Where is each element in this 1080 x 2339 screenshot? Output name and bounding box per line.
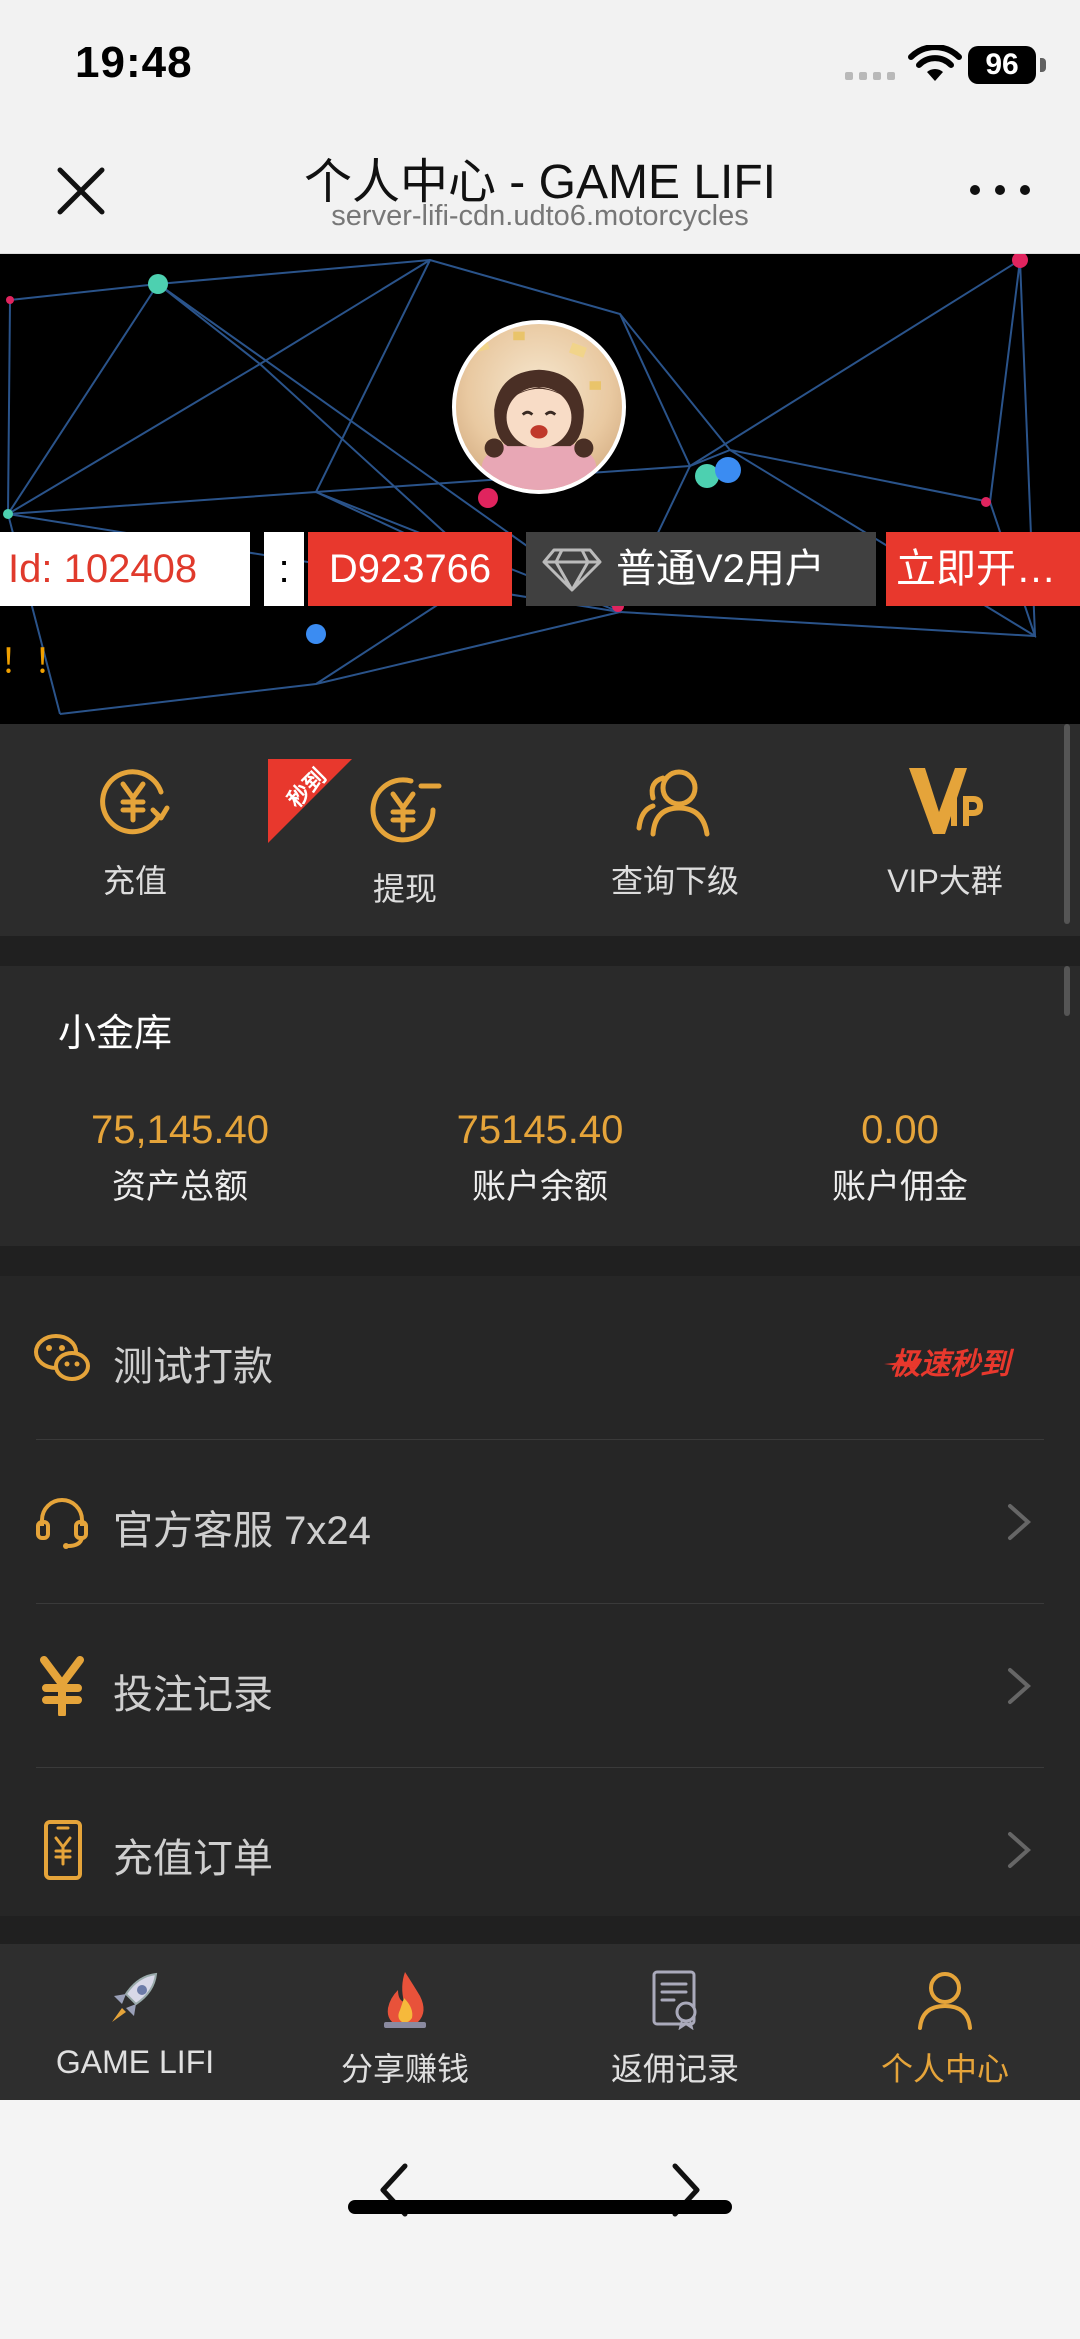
tab-commission-records-label: 返佣记录 xyxy=(610,2051,739,2087)
account-commission: 0.00 账户佣金 xyxy=(720,1108,1080,1208)
users-icon xyxy=(636,769,710,837)
tab-profile-label: 个人中心 xyxy=(880,2051,1009,2087)
id-separator: : xyxy=(264,532,304,606)
instant-arrival-tag: 极速秒到 xyxy=(884,1347,1015,1382)
customer-service-item[interactable]: 官方客服 7x24 xyxy=(0,1440,1080,1604)
status-bar: 19:48 96 xyxy=(0,0,1080,130)
total-assets: 75,145.40 资产总额 xyxy=(0,1108,360,1208)
page-url: server-lifi-cdn.udto6.motorcycles xyxy=(331,200,749,232)
account-balance-value: 75145.40 xyxy=(456,1108,624,1152)
total-assets-label: 资产总额 xyxy=(112,1168,248,1206)
order-icon xyxy=(44,1820,82,1880)
bottom-tab-bar: GAME LIFI 分享赚钱 返佣记录 个人中心 xyxy=(0,1944,1080,2100)
notice-marquee: ！！ xyxy=(0,643,68,681)
customer-service-label: 官方客服 7x24 xyxy=(113,1509,371,1553)
tab-share-earn[interactable]: 分享赚钱 xyxy=(270,1944,540,2100)
test-payment-label: 测试打款 xyxy=(113,1345,273,1389)
account-balance-label: 账户余额 xyxy=(472,1168,608,1206)
yen-withdraw-icon xyxy=(370,777,442,843)
vip-group-button[interactable]: VIP大群 xyxy=(810,724,1080,936)
total-assets-value: 75,145.40 xyxy=(91,1108,269,1152)
profile-hero: Id: 102408 : D923766 普通V2用户 立即开… ！！ xyxy=(0,254,1080,724)
status-time: 19:48 xyxy=(75,38,193,87)
test-payment-item[interactable]: 测试打款 极速秒到 xyxy=(0,1276,1080,1440)
chevron-right-icon xyxy=(1008,1504,1032,1540)
tab-share-earn-label: 分享赚钱 xyxy=(340,2051,469,2087)
headset-icon xyxy=(36,1498,88,1549)
more-icon[interactable] xyxy=(970,180,1030,200)
account-balance: 75145.40 账户余额 xyxy=(360,1108,720,1208)
tab-game-lifi[interactable]: GAME LIFI xyxy=(0,1944,270,2100)
quick-actions: 充值 秒到 提现 查询下级 VIP大群 xyxy=(0,724,1080,936)
user-icon xyxy=(918,1972,972,2030)
diamond-icon xyxy=(542,548,602,592)
invite-code[interactable]: D923766 xyxy=(308,532,512,606)
withdraw-button[interactable]: 提现 xyxy=(270,724,540,936)
subordinates-label: 查询下级 xyxy=(610,863,739,899)
wallet-title: 小金库 xyxy=(58,1013,173,1055)
recharge-label: 充值 xyxy=(102,863,167,899)
tab-game-lifi-label: GAME LIFI xyxy=(55,2044,215,2080)
wifi-icon xyxy=(908,45,962,81)
recharge-orders-item[interactable]: 充值订单 xyxy=(0,1768,1080,1932)
wechat-icon xyxy=(34,1334,90,1381)
user-level-label: 普通V2用户 xyxy=(616,547,825,591)
avatar-image xyxy=(474,331,602,490)
subordinates-button[interactable]: 查询下级 xyxy=(540,724,810,936)
home-indicator[interactable] xyxy=(348,2200,732,2214)
vip-group-label: VIP大群 xyxy=(887,863,1003,899)
user-level-badge: 普通V2用户 xyxy=(526,532,876,606)
recharge-button[interactable]: 充值 xyxy=(0,724,270,936)
report-icon xyxy=(652,1970,697,2030)
battery-icon: 96 xyxy=(968,46,1036,84)
account-commission-label: 账户佣金 xyxy=(832,1168,968,1206)
signal-icon xyxy=(845,72,895,80)
yen-recharge-icon xyxy=(100,769,170,835)
chevron-right-icon xyxy=(1008,1668,1032,1704)
avatar[interactable] xyxy=(452,320,626,494)
wallet-panel: 小金库 75,145.40 资产总额 75145.40 账户余额 0.00 账户… xyxy=(0,966,1080,1246)
battery-tip xyxy=(1040,58,1046,72)
recharge-orders-label: 充值订单 xyxy=(113,1837,273,1881)
menu-list: 测试打款 极速秒到 官方客服 7x24 投注记录 充值订单 xyxy=(0,1276,1080,1916)
tab-profile[interactable]: 个人中心 xyxy=(810,1944,1080,2100)
browser-header: 个人中心 - GAME LIFI server-lifi-cdn.udto6.m… xyxy=(0,130,1080,254)
vip-icon xyxy=(909,768,983,834)
tab-commission-records[interactable]: 返佣记录 xyxy=(540,1944,810,2100)
account-commission-value: 0.00 xyxy=(861,1108,939,1152)
open-now-button[interactable]: 立即开… xyxy=(886,532,1080,606)
instant-arrival-text: 极速秒到 xyxy=(890,1347,1015,1382)
chevron-right-icon xyxy=(1008,1832,1032,1868)
user-id: Id: 102408 xyxy=(0,532,250,606)
fire-icon xyxy=(384,1972,426,2028)
withdraw-label: 提现 xyxy=(372,871,437,907)
scrollbar[interactable] xyxy=(1064,724,1070,924)
rocket-icon xyxy=(112,1972,158,2022)
scrollbar-thumb[interactable] xyxy=(1064,966,1070,1016)
browser-toolbar xyxy=(0,2100,1080,2339)
yen-icon xyxy=(40,1656,84,1716)
bet-records-label: 投注记录 xyxy=(113,1673,273,1717)
bet-records-item[interactable]: 投注记录 xyxy=(0,1604,1080,1768)
